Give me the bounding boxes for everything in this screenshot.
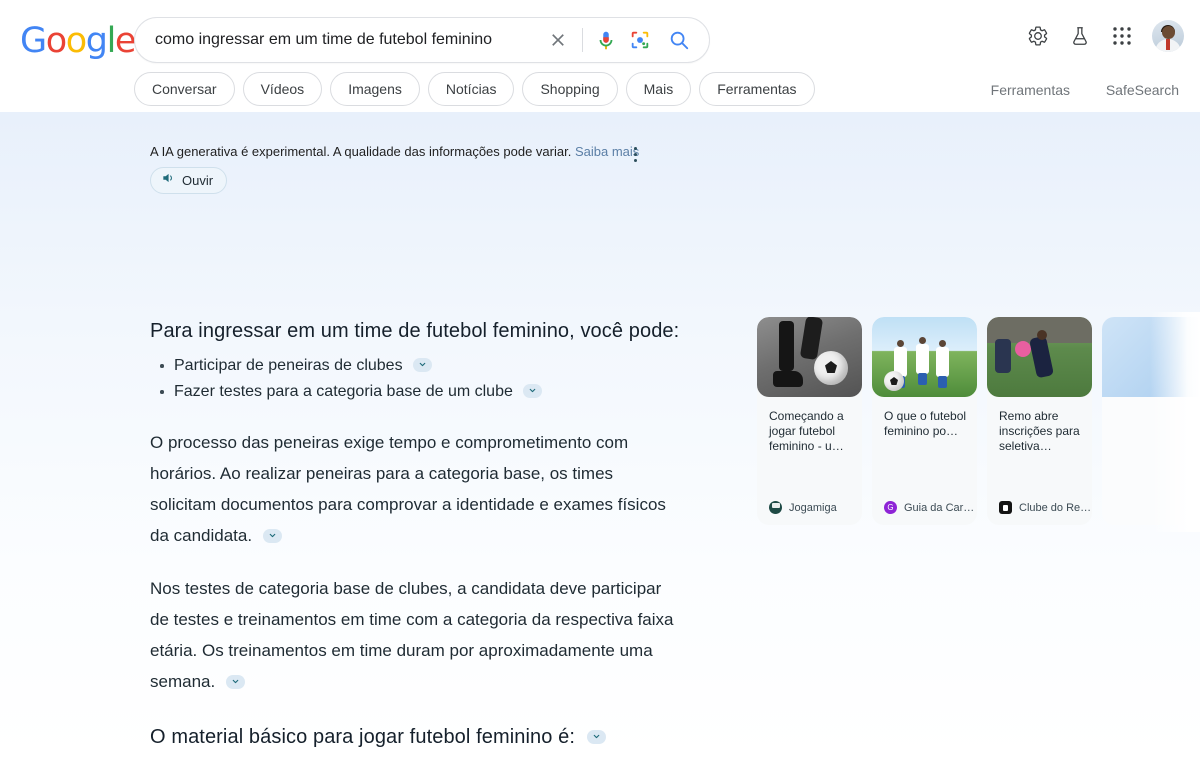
list-item: Fazer testes para a categoria base de um… <box>160 379 680 405</box>
apps-grid-icon[interactable] <box>1108 22 1136 50</box>
source-cards-carousel[interactable]: Começando a jogar futebol feminino - u… … <box>757 317 1200 525</box>
card-source: Clube do Re… <box>999 501 1091 514</box>
jogamiga-favicon <box>769 501 782 514</box>
logo-letter-e: e <box>114 21 137 61</box>
listen-button[interactable]: Ouvir <box>150 167 228 194</box>
kebab-menu-icon[interactable] <box>626 144 644 164</box>
search-icon[interactable] <box>665 26 693 54</box>
source-card[interactable]: Remo abre inscrições para seletiva… Club… <box>987 317 1092 525</box>
page-header: Google como ingressar em um time de fute… <box>0 0 1200 112</box>
card-title: O que o futebol feminino po… <box>884 409 967 438</box>
card-source-name: Clube do Re… <box>1019 501 1092 514</box>
ai-bullet-list-1: Participar de peneiras de clubes Fazer t… <box>150 353 680 405</box>
chevron-down-icon[interactable] <box>262 528 282 543</box>
card-source-name: Jogamiga <box>789 501 837 514</box>
chevron-down-icon[interactable] <box>413 357 433 372</box>
card-thumbnail-image <box>757 317 862 397</box>
settings-gear-icon[interactable] <box>1024 22 1052 50</box>
bullet-text: Fazer testes para a categoria base de um… <box>174 383 513 400</box>
card-source-name: Guia da Car… <box>904 501 975 514</box>
tab-shopping[interactable]: Shopping <box>522 72 618 106</box>
list-item: Participar de peneiras de clubes <box>160 353 680 379</box>
clube-do-remo-favicon <box>999 501 1012 514</box>
card-title: Começando a jogar futebol feminino - u… <box>769 409 844 453</box>
speaker-icon <box>161 171 175 190</box>
chevron-down-icon[interactable] <box>523 383 543 398</box>
tab-videos[interactable]: Vídeos <box>242 72 323 106</box>
microphone-icon[interactable] <box>593 27 619 53</box>
header-icons <box>1024 20 1184 52</box>
ai-heading-1: Para ingressar em um time de futebol fem… <box>150 320 680 342</box>
tab-conversar[interactable]: Conversar <box>134 72 235 106</box>
labs-flask-icon[interactable] <box>1066 22 1094 50</box>
avatar-face <box>1161 26 1175 39</box>
ai-paragraph-2-wrapper: Nos testes de categoria base de clubes, … <box>150 573 680 697</box>
tab-noticias[interactable]: Notícias <box>427 72 515 106</box>
google-logo[interactable]: Google <box>20 21 137 61</box>
tab-mais[interactable]: Mais <box>625 72 692 106</box>
source-card-partial[interactable] <box>1102 317 1200 525</box>
search-bar[interactable] <box>134 17 710 63</box>
google-lens-icon[interactable] <box>627 27 653 53</box>
avatar[interactable] <box>1152 20 1184 52</box>
safesearch-link[interactable]: SafeSearch <box>1106 82 1179 98</box>
ai-heading-2-wrapper: O material básico para jogar futebol fem… <box>150 723 680 751</box>
card-title: Remo abre inscrições para seletiva… <box>999 409 1080 453</box>
card-source: Guia da Car… <box>884 501 974 514</box>
ai-paragraph-1-wrapper: O processo das peneiras exige tempo e co… <box>150 427 680 551</box>
logo-letter-o1: o <box>45 21 67 61</box>
source-card[interactable]: O que o futebol feminino po… Guia da Car… <box>872 317 977 525</box>
logo-letter-o2: o <box>65 21 87 61</box>
card-source: Jogamiga <box>769 501 837 514</box>
logo-letter-l: l <box>106 21 117 61</box>
card-thumbnail-image <box>987 317 1092 397</box>
listen-button-label: Ouvir <box>182 173 214 188</box>
ai-disclaimer: A IA generativa é experimental. A qualid… <box>150 143 639 161</box>
logo-letter-G: G <box>20 21 47 61</box>
bullet-text: Participar de peneiras de clubes <box>174 357 403 374</box>
ai-overview-panel: A IA generativa é experimental. A qualid… <box>0 112 1200 757</box>
logo-letter-g: g <box>85 21 108 61</box>
ai-paragraph-1: O processo das peneiras exige tempo e co… <box>150 433 666 545</box>
card-thumbnail-image <box>1102 317 1200 397</box>
avatar-tie <box>1166 39 1170 50</box>
tab-ferramentas[interactable]: Ferramentas <box>699 72 815 106</box>
ai-disclaimer-text: A IA generativa é experimental. A qualid… <box>150 144 572 159</box>
chevron-down-icon[interactable] <box>586 729 606 744</box>
tools-link[interactable]: Ferramentas <box>991 82 1070 98</box>
search-divider <box>582 28 583 52</box>
chevron-down-icon[interactable] <box>225 674 245 689</box>
card-thumbnail-image <box>872 317 977 397</box>
ai-heading-2: O material básico para jogar futebol fem… <box>150 726 576 748</box>
close-icon[interactable] <box>544 26 572 54</box>
ai-answer-content: Para ingressar em um time de futebol fem… <box>150 317 680 757</box>
ai-paragraph-2: Nos testes de categoria base de clubes, … <box>150 579 674 691</box>
source-card[interactable]: Começando a jogar futebol feminino - u… … <box>757 317 862 525</box>
search-tabs: Conversar Vídeos Imagens Notícias Shoppi… <box>134 72 815 106</box>
guia-da-carreira-favicon <box>884 501 897 514</box>
google-search-results-page: Google como ingressar em um time de fute… <box>0 0 1200 757</box>
tab-imagens[interactable]: Imagens <box>330 72 420 106</box>
search-input[interactable] <box>153 30 544 50</box>
